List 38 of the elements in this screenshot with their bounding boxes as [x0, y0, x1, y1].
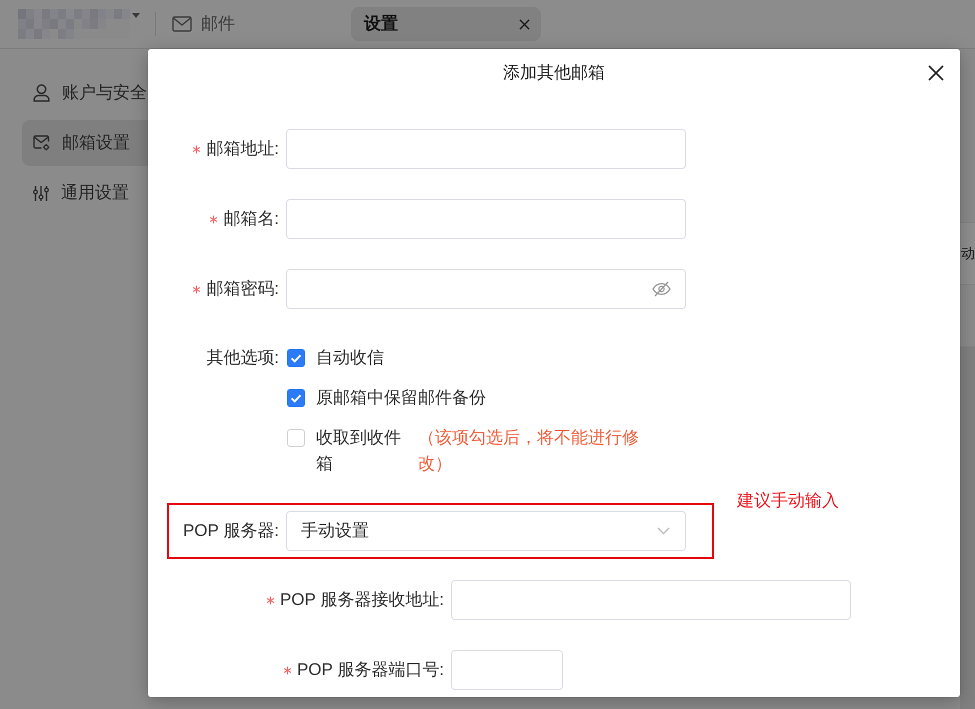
checkbox[interactable]: [287, 429, 305, 447]
close-icon[interactable]: [519, 18, 530, 30]
close-button[interactable]: [928, 65, 944, 81]
mail-nav-link[interactable]: 邮件: [172, 11, 235, 37]
input-field[interactable]: [286, 199, 686, 239]
checkbox-label: 原邮箱中保留邮件备份: [316, 387, 486, 409]
checkbox-label: 自动收信: [316, 347, 384, 369]
eye-slash-icon[interactable]: [652, 281, 671, 297]
checkbox[interactable]: [287, 349, 305, 367]
user-icon: [33, 84, 50, 102]
field-label: POP 服务器端口号:: [296, 659, 444, 681]
annotation-text: 建议手动输入: [737, 490, 839, 512]
checkbox[interactable]: [287, 389, 305, 407]
field-label: 其他选项:: [206, 347, 279, 369]
mail-gear-icon: [33, 135, 50, 151]
sidebar-item[interactable]: 通用设置: [22, 170, 148, 216]
checkbox-label: 收取到收件箱: [316, 427, 402, 475]
input-field[interactable]: [451, 650, 563, 690]
field-label: 邮箱地址:: [206, 138, 279, 160]
field-label: 邮箱名:: [223, 208, 279, 230]
dialog-title: 添加其他邮箱: [503, 62, 605, 84]
sliders-icon: [33, 184, 49, 202]
table-cell-text: 动: [960, 244, 975, 263]
chevron-down-icon: [657, 527, 670, 535]
field-label: POP 服务器接收地址:: [280, 589, 444, 611]
hint-text: （该项勾选后，将不能进行修改）: [418, 427, 640, 475]
sidebar-item[interactable]: 账户与安全: [22, 70, 148, 116]
caret-down-icon[interactable]: [132, 13, 140, 18]
input-field[interactable]: [286, 129, 686, 169]
close-icon: [928, 65, 944, 81]
input-field[interactable]: [451, 580, 851, 620]
password-field[interactable]: [286, 269, 686, 309]
select-field[interactable]: 手动设置: [286, 511, 686, 551]
field-label: 邮箱密码:: [206, 278, 279, 300]
field-label: POP 服务器:: [182, 520, 279, 542]
mail-icon: [172, 16, 192, 32]
tab[interactable]: 设置: [351, 7, 541, 41]
sidebar-item[interactable]: 邮箱设置: [22, 120, 148, 166]
